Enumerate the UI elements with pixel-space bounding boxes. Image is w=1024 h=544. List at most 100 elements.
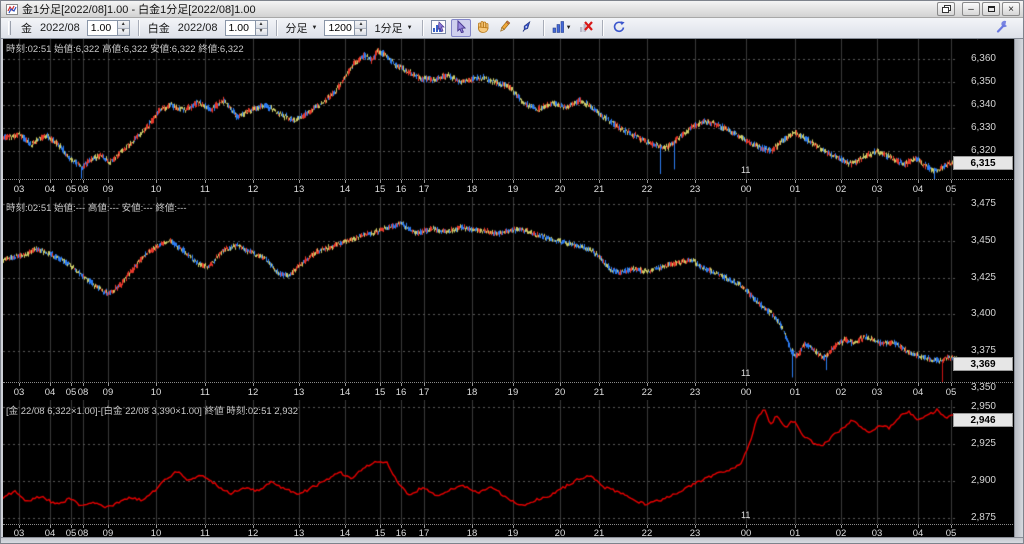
- price-axis-label: 6,340: [970, 99, 996, 110]
- time-axis-label: 11: [200, 387, 210, 398]
- spin-down-button[interactable]: ▼: [355, 28, 367, 35]
- wrench-icon: [995, 20, 1008, 36]
- bar-count-spinbox[interactable]: 1200 ▲ ▼: [324, 20, 368, 36]
- select-tool-button[interactable]: [450, 19, 471, 37]
- time-axis-tick: [205, 180, 206, 183]
- time-axis-tick: [695, 180, 696, 183]
- date-label: 11: [741, 368, 751, 378]
- time-axis-tick: [599, 180, 600, 183]
- chart-type-dropdown-button[interactable]: ▼: [550, 19, 574, 37]
- price-axis-label: 3,375: [970, 345, 996, 356]
- spin-down-button[interactable]: ▼: [255, 28, 267, 35]
- time-axis-tick: [83, 383, 84, 386]
- price-axis-label: 6,370: [956, 39, 1008, 41]
- refresh-icon: [612, 20, 626, 36]
- time-axis-label: 01: [789, 184, 801, 195]
- time-axis-tick: [795, 180, 796, 183]
- time-axis-tick: [599, 383, 600, 386]
- time-axis-tick: [345, 180, 346, 183]
- toolbar-separator: [137, 20, 139, 36]
- app-window: 金1分足[2022/08]1.00 - 白金1分足[2022/08]1.00 –…: [0, 0, 1024, 544]
- time-axis-label: 03: [871, 387, 883, 398]
- cursor-arrow-icon: [455, 19, 467, 36]
- gold-candlestick-chart[interactable]: [3, 39, 958, 179]
- time-axis-label: 18: [466, 184, 478, 195]
- maximize-button[interactable]: [982, 2, 1000, 16]
- bar-count-value[interactable]: 1200: [325, 21, 354, 35]
- pen-nib-icon: [520, 20, 533, 36]
- time-axis-tick: [380, 180, 381, 183]
- time-axis-label: 20: [554, 387, 566, 398]
- time-axis-tick: [918, 180, 919, 183]
- time-axis-tick: [299, 180, 300, 183]
- time-axis-tick: [50, 383, 51, 386]
- chart-pointer-tool-button[interactable]: [429, 19, 449, 37]
- chevron-down-icon: ▼: [565, 25, 572, 31]
- settings-button[interactable]: [991, 19, 1011, 37]
- time-axis-label: 23: [689, 387, 701, 398]
- gold-multiplier-value[interactable]: 1.00: [88, 21, 117, 35]
- hand-pan-tool-button[interactable]: [473, 19, 493, 37]
- refresh-button[interactable]: [609, 19, 629, 37]
- pencil-icon: [498, 20, 511, 36]
- pencil-draw-tool-button[interactable]: [495, 19, 515, 37]
- spin-down-button[interactable]: ▼: [117, 28, 129, 35]
- time-axis-label: 15: [374, 387, 386, 398]
- time-axis-label: 00: [740, 184, 752, 195]
- chevron-down-icon: ▼: [311, 25, 318, 31]
- platinum-ohlc-readout: 時刻:02:51 始値:--- 高値:--- 安値:--- 終値:---: [6, 203, 187, 214]
- toolbar-grip[interactable]: [8, 21, 11, 35]
- float-window-button[interactable]: [937, 2, 955, 16]
- gold-multiplier-spinbox[interactable]: 1.00 ▲ ▼: [86, 20, 130, 36]
- time-axis-tick: [877, 383, 878, 386]
- price-axis-label: 6,360: [970, 53, 996, 64]
- time-axis-label: 13: [293, 387, 305, 398]
- time-axis-label: 15: [374, 184, 386, 195]
- time-axis-tick: [918, 383, 919, 386]
- minimize-button[interactable]: –: [962, 2, 980, 16]
- time-axis-label: 05: [945, 184, 957, 195]
- time-axis-label: 08: [77, 184, 89, 195]
- time-axis-tick: [299, 383, 300, 386]
- close-button[interactable]: ×: [1002, 2, 1020, 16]
- interval-label: 1分足: [374, 23, 403, 35]
- time-axis-tick: [472, 383, 473, 386]
- platinum-last-price-tag: 3,369: [953, 357, 1013, 371]
- time-axis-tick: [401, 383, 402, 386]
- time-axis-platinum: 03 04 05 08 09 10 11 12 13 14 15 16 17 18 19 20 21 22 23 00…: [3, 382, 1015, 400]
- platinum-multiplier-spinbox[interactable]: 1.00 ▲ ▼: [224, 20, 268, 36]
- platinum-multiplier-value[interactable]: 1.00: [226, 21, 255, 35]
- time-axis-tick: [746, 383, 747, 386]
- time-axis-tick: [19, 180, 20, 183]
- time-axis-tick: [841, 383, 842, 386]
- price-axis-label: 3,350: [970, 381, 996, 393]
- time-axis-tick: [253, 180, 254, 183]
- time-axis-tick: [424, 383, 425, 386]
- time-axis-tick: [401, 180, 402, 183]
- time-axis-label: 22: [641, 184, 653, 195]
- time-axis-tick: [746, 180, 747, 183]
- spread-line-chart[interactable]: [3, 400, 958, 524]
- time-axis-tick: [156, 180, 157, 183]
- platinum-candlestick-chart[interactable]: [3, 197, 958, 382]
- chart-pointer-icon: [431, 19, 447, 37]
- time-axis-label: 21: [593, 387, 605, 398]
- window-title: 金1分足[2022/08]1.00 - 白金1分足[2022/08]1.00: [22, 4, 256, 16]
- delete-drawings-button[interactable]: [576, 19, 596, 37]
- time-axis-tick: [560, 383, 561, 386]
- time-axis-label: 22: [641, 387, 653, 398]
- bar-count-spinner: ▲ ▼: [354, 21, 367, 35]
- pen-draw-tool-button[interactable]: [517, 19, 537, 37]
- price-axis-label: 2,875: [970, 512, 996, 523]
- time-axis-label: 02: [835, 184, 847, 195]
- gold-symbol-label: 金: [21, 23, 32, 35]
- time-axis-label: 10: [150, 387, 162, 398]
- period-type-dropdown[interactable]: 分足 ▼: [282, 18, 322, 38]
- price-axis-label: 6,350: [970, 76, 996, 87]
- window-bottom-frame: [1, 537, 1023, 543]
- time-axis-tick: [795, 383, 796, 386]
- interval-dropdown[interactable]: 1分足 ▼: [370, 18, 416, 38]
- toolbar-separator: [421, 20, 423, 36]
- time-axis-label: 19: [507, 387, 519, 398]
- time-axis-tick: [647, 180, 648, 183]
